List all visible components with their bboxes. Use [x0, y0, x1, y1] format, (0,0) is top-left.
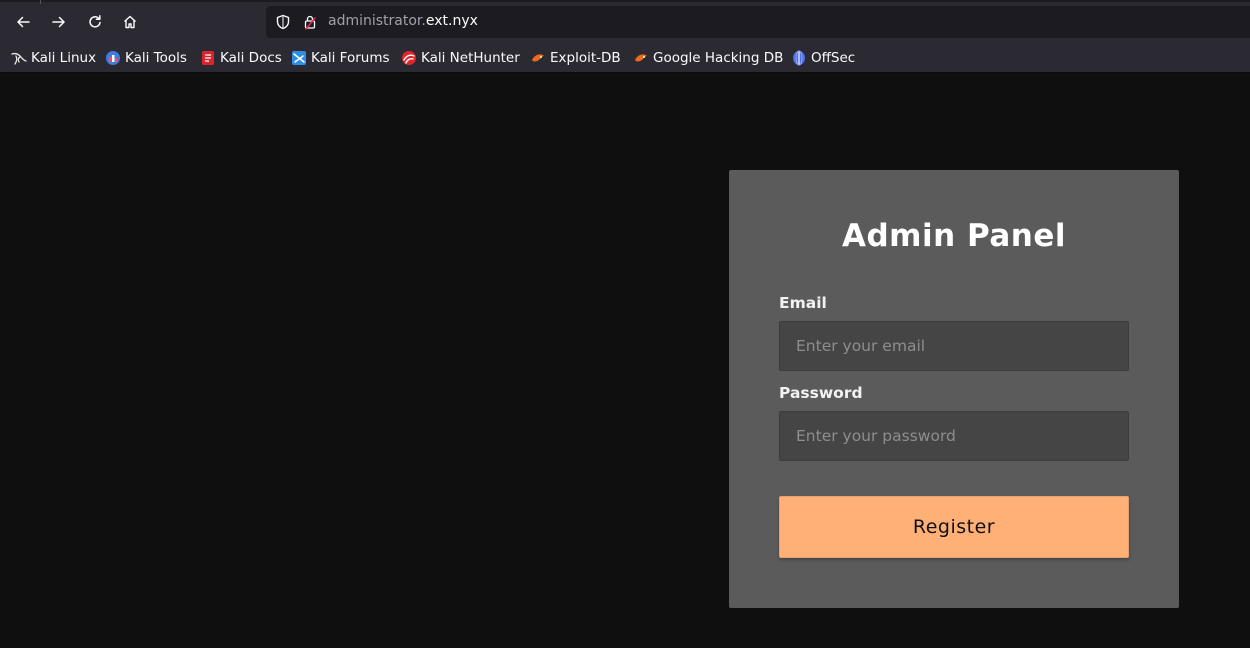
- bookmark-label: Exploit-DB: [550, 50, 621, 66]
- arrow-left-icon: [17, 16, 30, 28]
- bookmark-google-hacking-db[interactable]: Google Hacking DB: [633, 47, 783, 69]
- bookmark-kali-tools[interactable]: Kali Tools: [105, 47, 187, 69]
- forward-button[interactable]: [45, 8, 73, 36]
- url-domain: ext.nyx: [425, 13, 478, 29]
- admin-panel-form: Admin Panel Email Password Register: [729, 170, 1179, 608]
- home-button[interactable]: [116, 8, 144, 36]
- kali-nethunter-icon: [402, 51, 416, 65]
- insecure-lock-icon[interactable]: [302, 14, 318, 30]
- bookmark-label: Google Hacking DB: [653, 50, 784, 66]
- browser-toolbar: administrator.ext.nyx: [0, 0, 1250, 44]
- kali-forums-icon: [292, 51, 306, 65]
- url-text[interactable]: administrator.ext.nyx: [328, 13, 478, 29]
- bookmark-kali-nethunter[interactable]: Kali NetHunter: [401, 47, 520, 69]
- reload-button[interactable]: [81, 8, 109, 36]
- back-button[interactable]: [9, 8, 37, 36]
- kali-tools-icon: [106, 51, 120, 65]
- bookmark-label: Kali Docs: [220, 50, 282, 66]
- bookmark-kali-docs[interactable]: Kali Docs: [200, 47, 282, 69]
- register-button[interactable]: Register: [779, 496, 1129, 558]
- bookmark-kali-linux[interactable]: Kali Linux: [11, 47, 96, 69]
- bookmark-exploit-db[interactable]: Exploit-DB: [530, 47, 621, 69]
- home-icon: [124, 15, 136, 29]
- ghdb-icon: [635, 54, 647, 62]
- reload-icon: [89, 15, 101, 28]
- arrow-right-icon: [52, 16, 65, 28]
- exploit-db-icon: [532, 54, 544, 62]
- page-content: Admin Panel Email Password Register: [0, 73, 1250, 648]
- shield-icon[interactable]: [275, 14, 291, 30]
- email-field[interactable]: [779, 321, 1129, 371]
- bookmark-label: Kali Tools: [125, 50, 187, 66]
- bookmark-kali-forums[interactable]: Kali Forums: [291, 47, 390, 69]
- offsec-icon: [793, 50, 805, 66]
- bookmark-offsec[interactable]: OffSec: [791, 47, 855, 69]
- password-field[interactable]: [779, 411, 1129, 461]
- url-subdomain: administrator.: [328, 13, 426, 29]
- bookmarks-bar: Kali Linux Kali Tools Kali Docs Kali For…: [0, 44, 1250, 73]
- tab-strip-edge: [0, 0, 1250, 4]
- bookmark-label: Kali NetHunter: [421, 50, 520, 66]
- kali-dragon-icon: [11, 52, 27, 65]
- kali-docs-icon: [202, 51, 214, 65]
- email-label: Email: [779, 294, 827, 312]
- password-label: Password: [779, 384, 863, 402]
- panel-title: Admin Panel: [842, 218, 1066, 254]
- url-bar[interactable]: administrator.ext.nyx: [266, 6, 1250, 38]
- bookmark-label: OffSec: [811, 50, 856, 66]
- bookmark-label: Kali Forums: [311, 50, 390, 66]
- bookmark-label: Kali Linux: [31, 50, 97, 66]
